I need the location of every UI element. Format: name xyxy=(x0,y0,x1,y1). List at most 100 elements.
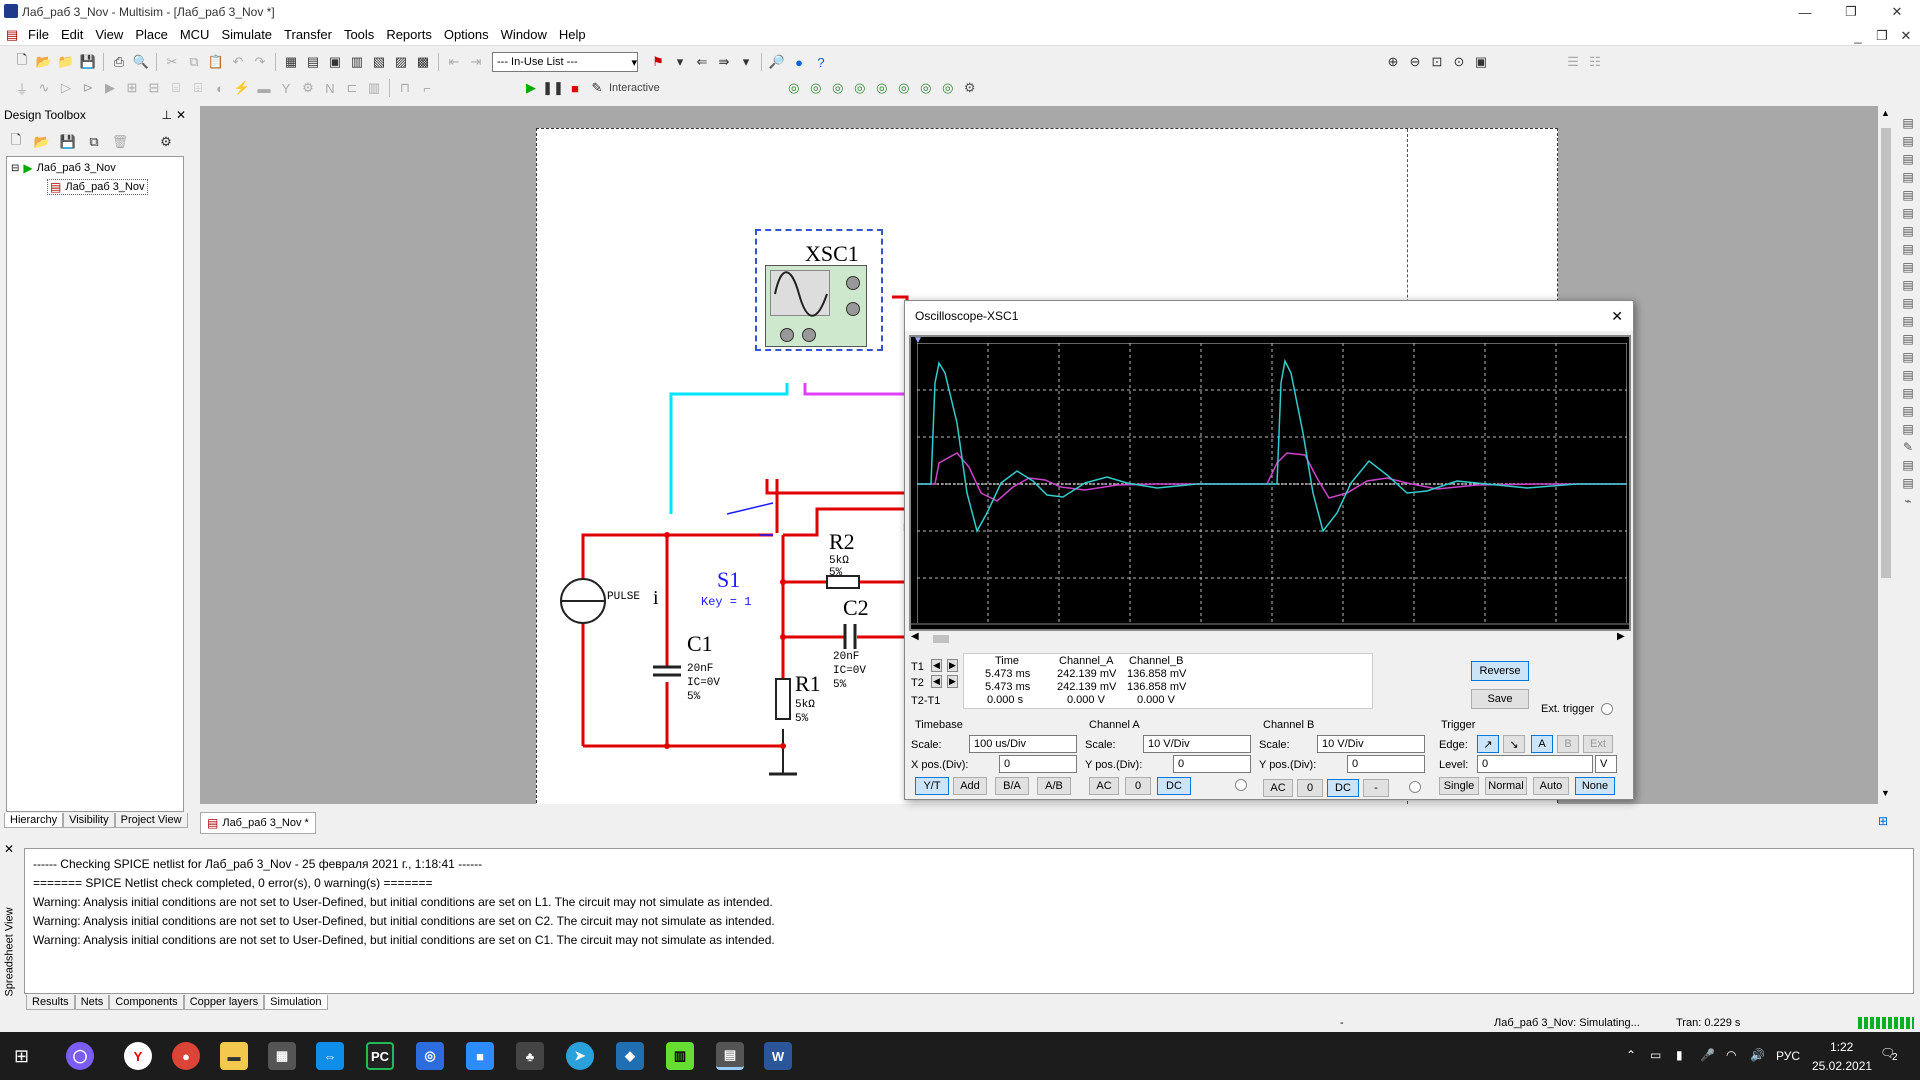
yandex-icon[interactable]: Y xyxy=(124,1042,152,1070)
new-sheet-icon[interactable]: ⧉ xyxy=(84,132,104,152)
probe-dropdown-icon[interactable]: ▾ xyxy=(670,52,690,72)
print-preview-icon[interactable]: 🔍 xyxy=(131,52,151,72)
menu-window[interactable]: Window xyxy=(495,27,553,42)
doc-close-icon[interactable]: ✕ xyxy=(1896,26,1916,46)
education-web-icon[interactable]: ● xyxy=(789,52,809,72)
instrument-4-icon[interactable]: ◎ xyxy=(850,78,870,98)
place-misc-digital-icon[interactable]: ⌸ xyxy=(166,78,186,98)
channel-a-ypos-input[interactable]: 0 xyxy=(1173,755,1251,773)
postprocessor-icon[interactable]: ▧ xyxy=(369,52,389,72)
grapher-icon[interactable]: ▥ xyxy=(347,52,367,72)
place-mcu-icon[interactable]: ▥ xyxy=(364,78,384,98)
tray-time[interactable]: 1:22 xyxy=(1830,1040,1853,1054)
tree-item-design[interactable]: Лаб_раб 3_Nov xyxy=(37,162,116,174)
terminal-a-icon[interactable] xyxy=(780,328,794,342)
scroll-down-icon[interactable]: ▼ xyxy=(1881,788,1890,798)
tree-item-sheet[interactable]: Лаб_раб 3_Nov xyxy=(65,181,144,193)
scroll-thumb[interactable] xyxy=(1881,128,1891,578)
tray-language[interactable]: РУС xyxy=(1776,1049,1800,1063)
delete-sheet-icon[interactable]: 🗑 xyxy=(110,132,130,152)
place-mixed-icon[interactable]: ⌹ xyxy=(188,78,208,98)
save-button[interactable]: Save xyxy=(1471,689,1529,709)
menu-reports[interactable]: Reports xyxy=(380,27,438,42)
menu-view[interactable]: View xyxy=(89,27,129,42)
channel-a-dc-button[interactable]: DC xyxy=(1157,777,1191,795)
tray-microphone-icon[interactable]: 🎤 xyxy=(1700,1048,1715,1062)
zoom-app-icon[interactable]: ■ xyxy=(466,1042,494,1070)
reverse-button[interactable]: Reverse xyxy=(1471,661,1529,681)
doc-minimize-icon[interactable]: _ xyxy=(1848,26,1868,46)
t1-left-arrow-icon[interactable]: ◀ xyxy=(931,659,942,672)
ba-button[interactable]: B/A xyxy=(995,777,1029,795)
instrument-generator-icon[interactable]: ▤ xyxy=(1902,134,1913,148)
xsc1-selection[interactable]: XSC1 xyxy=(755,229,883,351)
interactive-label[interactable]: Interactive xyxy=(609,82,660,94)
bus-vector-icon[interactable]: ⇛ xyxy=(714,52,734,72)
instrument-6-icon[interactable]: ◎ xyxy=(894,78,914,98)
instrument-4ch-scope-icon[interactable]: ▤ xyxy=(1902,188,1913,202)
instrument-tek-scope-icon[interactable]: ▤ xyxy=(1902,422,1913,436)
channel-a-scale-input[interactable]: 10 V/Div xyxy=(1143,735,1251,753)
probe-icon[interactable]: ⚑ xyxy=(648,52,668,72)
run-icon[interactable]: ▶ xyxy=(521,78,541,98)
rising-edge-button[interactable]: ↗ xyxy=(1477,735,1499,753)
tab-nets[interactable]: Nets xyxy=(74,995,110,1010)
database-icon[interactable]: ▣ xyxy=(325,52,345,72)
place-ni-icon[interactable]: N xyxy=(320,78,340,98)
teamviewer-icon[interactable]: ⇔ xyxy=(316,1042,344,1070)
tray-date[interactable]: 25.02.2021 xyxy=(1812,1059,1872,1073)
scope-scroll-thumb[interactable] xyxy=(933,635,949,643)
menu-mcu[interactable]: MCU xyxy=(174,27,216,42)
chrome-icon[interactable]: ● xyxy=(172,1042,200,1070)
windows-start-icon[interactable]: ⊞ xyxy=(14,1046,29,1067)
find-examples-icon[interactable]: 🔎 xyxy=(767,52,787,72)
tab-hierarchy[interactable]: Hierarchy xyxy=(4,813,64,828)
app-icon-11[interactable]: ▥ xyxy=(666,1042,694,1070)
channel-b-ypos-input[interactable]: 0 xyxy=(1347,755,1425,773)
yt-button[interactable]: Y/T xyxy=(915,777,949,795)
instrument-3-icon[interactable]: ◎ xyxy=(828,78,848,98)
instrument-multimeter-icon[interactable]: ▤ xyxy=(1902,116,1913,130)
place-transistor-icon[interactable]: ⊳ xyxy=(78,78,98,98)
place-electromech-icon[interactable]: ⚙ xyxy=(298,78,318,98)
app-icon-8[interactable]: ♣ xyxy=(516,1042,544,1070)
menu-place[interactable]: Place xyxy=(129,27,174,42)
t2-left-arrow-icon[interactable]: ◀ xyxy=(931,675,942,688)
normal-button[interactable]: Normal xyxy=(1485,777,1527,795)
paste-icon[interactable]: 📋 xyxy=(206,52,226,72)
voltage-probe-icon[interactable]: ⇐ xyxy=(692,52,712,72)
stop-icon[interactable]: ■ xyxy=(565,78,585,98)
menu-edit[interactable]: Edit xyxy=(55,27,89,42)
instrument-8-icon[interactable]: ◎ xyxy=(938,78,958,98)
file-explorer-icon[interactable]: ▬ xyxy=(220,1042,248,1070)
instrument-spectrum-icon[interactable]: ▤ xyxy=(1902,332,1913,346)
open-sample-icon[interactable]: 📁 xyxy=(56,52,76,72)
menu-options[interactable]: Options xyxy=(438,27,495,42)
hierarchy-options-icon[interactable]: ⚙ xyxy=(156,132,176,152)
timebase-scale-input[interactable]: 100 us/Div xyxy=(969,735,1077,753)
trigger-level-input[interactable]: 0 xyxy=(1477,755,1593,773)
redo-icon[interactable]: ↷ xyxy=(250,52,270,72)
detail-view-icon[interactable]: ☷ xyxy=(1585,52,1605,72)
tray-volume-icon[interactable]: 🔊 xyxy=(1750,1048,1765,1062)
toolbox-close-icon[interactable]: ✕ xyxy=(176,108,186,122)
list-view-icon[interactable]: ☰ xyxy=(1563,52,1583,72)
print-icon[interactable]: ⎙ xyxy=(109,52,129,72)
instrument-logic-converter-icon[interactable]: ▤ xyxy=(1902,278,1913,292)
menu-help[interactable]: Help xyxy=(553,27,592,42)
terminal-t-icon[interactable] xyxy=(846,302,860,316)
place-cmos-icon[interactable]: ⊟ xyxy=(144,78,164,98)
t2-right-arrow-icon[interactable]: ▶ xyxy=(947,675,958,688)
place-indicator-icon[interactable]: ◐ xyxy=(210,78,230,98)
place-rf-icon[interactable]: Y xyxy=(276,78,296,98)
save-design-icon[interactable]: 💾 xyxy=(58,132,78,152)
place-misc-icon[interactable]: ▬ xyxy=(254,78,274,98)
place-power-icon[interactable]: ⚡ xyxy=(232,78,252,98)
copy-icon[interactable]: ⧉ xyxy=(184,52,204,72)
hierarchical-block-icon[interactable]: ⊓ xyxy=(395,78,415,98)
electrical-rules-icon[interactable]: ▩ xyxy=(413,52,433,72)
tab-copper-layers[interactable]: Copper layers xyxy=(183,995,265,1010)
trigger-level-unit[interactable]: V xyxy=(1595,755,1617,773)
menu-tools[interactable]: Tools xyxy=(338,27,380,42)
place-ttl-icon[interactable]: ⊞ xyxy=(122,78,142,98)
